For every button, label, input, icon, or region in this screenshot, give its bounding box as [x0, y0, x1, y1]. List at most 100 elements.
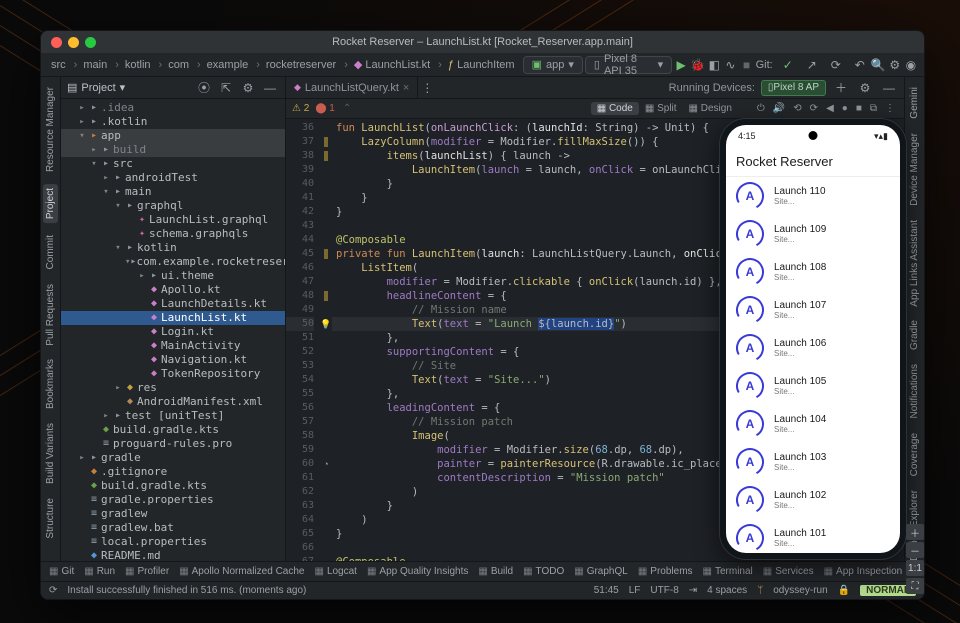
status-line-sep[interactable]: LF	[629, 585, 641, 596]
home-icon[interactable]: ●	[839, 103, 851, 114]
search-icon[interactable]: 🔍	[871, 56, 886, 74]
tree-node[interactable]: ▸▸build	[61, 143, 285, 157]
tool-window-tab[interactable]: Commit	[45, 233, 56, 271]
device-list-item[interactable]: ALaunch 109Site...	[726, 215, 900, 253]
tool-window-tab[interactable]: Gradle	[909, 318, 920, 352]
git-history-icon[interactable]: ↶	[851, 56, 869, 74]
device-selector[interactable]: ▯ Pixel 8 API 35 ▾	[585, 56, 672, 74]
status-encoding[interactable]: UTF-8	[650, 585, 678, 596]
project-tree[interactable]: ▸▸.idea▸▸.kotlin▾▸app▸▸build▾▸src▸▸andro…	[61, 99, 285, 561]
tool-window-tab[interactable]: App Links Assistant	[909, 218, 920, 309]
tree-node[interactable]: ▾▸main	[61, 185, 285, 199]
bottom-tool-tab[interactable]: ▦Terminal	[703, 566, 753, 577]
tree-node[interactable]: ▸▸ui.theme	[61, 269, 285, 283]
tree-node[interactable]: ◆build.gradle.kts	[61, 423, 285, 437]
tree-node[interactable]: ▾▸graphql	[61, 199, 285, 213]
add-device-icon[interactable]: ＋	[832, 79, 850, 97]
device-list[interactable]: ALaunch 110Site...ALaunch 109Site...ALau…	[726, 177, 900, 553]
lock-icon[interactable]: 🔒	[838, 585, 850, 596]
tree-node[interactable]: ◆build.gradle.kts	[61, 479, 285, 493]
git-update-icon[interactable]: ⟳	[827, 56, 845, 74]
breadcrumb[interactable]: src	[47, 59, 70, 71]
tree-node[interactable]: ≡gradlew	[61, 507, 285, 521]
tree-node[interactable]: ◆Navigation.kt	[61, 353, 285, 367]
tool-window-tab[interactable]: Structure	[45, 496, 56, 541]
tree-node[interactable]: ✦LaunchList.graphql	[61, 213, 285, 227]
tool-window-tab[interactable]: Coverage	[909, 431, 920, 478]
project-pane-header[interactable]: ▤ Project ▾ ⦿ ⇱ ⚙ —	[61, 77, 285, 99]
tree-node[interactable]: ◆LaunchDetails.kt	[61, 297, 285, 311]
run-config-selector[interactable]: ▣ app ▾	[523, 56, 583, 74]
profile-button[interactable]: ∿	[723, 56, 737, 74]
coverage-button[interactable]: ◧	[707, 56, 721, 74]
debug-button[interactable]: 🐞	[690, 56, 705, 74]
tree-node[interactable]: ◆README.md	[61, 549, 285, 561]
tree-node[interactable]: ▾▸app	[61, 129, 285, 143]
tree-node[interactable]: ◆AndroidManifest.xml	[61, 395, 285, 409]
status-indent[interactable]: 4 spaces	[707, 585, 747, 596]
tool-window-tab[interactable]: Device Manager	[909, 131, 920, 208]
avatar-icon[interactable]: ◉	[904, 56, 918, 74]
git-commit-icon[interactable]: ✓	[779, 56, 797, 74]
zoom-ratio[interactable]: 1:1	[906, 560, 924, 576]
status-caret-pos[interactable]: 51:45	[594, 585, 619, 596]
zoom-in-button[interactable]: ＋	[906, 524, 924, 540]
view-mode-design[interactable]: ▦ Design	[683, 102, 738, 115]
select-opened-file-icon[interactable]: ⦿	[195, 79, 213, 97]
hide-pane-icon[interactable]: —	[261, 79, 279, 97]
tree-node[interactable]: ▸◆res	[61, 381, 285, 395]
bottom-tool-tab[interactable]: ▦Run	[84, 566, 115, 577]
bottom-tool-tab[interactable]: ▦TODO	[523, 566, 564, 577]
tree-node[interactable]: ▸▸.kotlin	[61, 115, 285, 129]
tree-node[interactable]: ◆MainActivity	[61, 339, 285, 353]
bottom-tool-tab[interactable]: ▦Build	[478, 566, 513, 577]
back-icon[interactable]: ◀	[823, 103, 837, 114]
tree-node[interactable]: ≡proguard-rules.pro	[61, 437, 285, 451]
device-list-item[interactable]: ALaunch 105Site...	[726, 367, 900, 405]
zoom-out-button[interactable]: －	[906, 542, 924, 558]
tree-node[interactable]: ◆Login.kt	[61, 325, 285, 339]
tool-window-tab[interactable]: Notifications	[909, 362, 920, 420]
tree-node[interactable]: ▸▸test [unitTest]	[61, 409, 285, 423]
view-mode-split[interactable]: ▦ Split	[639, 102, 683, 115]
settings-icon[interactable]: ⚙	[239, 79, 257, 97]
tool-window-tab[interactable]: Gemini	[909, 85, 920, 121]
hide-icon[interactable]: —	[880, 79, 898, 97]
bottom-tool-tab[interactable]: ▦Profiler	[125, 566, 169, 577]
overflow-icon[interactable]: ⋮	[418, 79, 436, 97]
status-git-branch[interactable]: odyssey-run	[773, 585, 827, 596]
breadcrumb[interactable]: main	[70, 59, 112, 71]
tree-node[interactable]: ▸▸gradle	[61, 451, 285, 465]
device-list-item[interactable]: ALaunch 106Site...	[726, 329, 900, 367]
device-list-item[interactable]: ALaunch 101Site...	[726, 519, 900, 553]
tree-node[interactable]: ▸▸androidTest	[61, 171, 285, 185]
tree-node[interactable]: ≡local.properties	[61, 535, 285, 549]
bottom-tool-tab[interactable]: ▦Logcat	[314, 566, 356, 577]
settings-icon[interactable]: ⚙	[888, 56, 902, 74]
warning-badge[interactable]: ⚠ 2	[292, 103, 309, 114]
breadcrumb[interactable]: kotlin	[111, 59, 154, 71]
volume-icon[interactable]: 🔊	[770, 103, 788, 114]
bottom-tool-tab[interactable]: ▦Apollo Normalized Cache	[179, 566, 304, 577]
tree-node[interactable]: ▾▸com.example.rocketreserver	[61, 255, 285, 269]
screenshot-icon[interactable]: ⧉	[867, 103, 880, 114]
device-list-item[interactable]: ALaunch 107Site...	[726, 291, 900, 329]
tree-node[interactable]: ≡gradlew.bat	[61, 521, 285, 535]
device-preview[interactable]: 4:15 ▾▴▮ Rocket Reserver ALaunch 110Site…	[720, 119, 906, 559]
rotate-left-icon[interactable]: ⟲	[790, 103, 804, 114]
bottom-tool-tab[interactable]: ▦GraphQL	[574, 566, 628, 577]
device-list-item[interactable]: ALaunch 104Site...	[726, 405, 900, 443]
tool-window-tab[interactable]: Project	[43, 184, 58, 223]
tree-node[interactable]: ▾▸kotlin	[61, 241, 285, 255]
tree-node[interactable]: ◆Apollo.kt	[61, 283, 285, 297]
device-list-item[interactable]: ALaunch 108Site...	[726, 253, 900, 291]
breadcrumb[interactable]: com	[155, 59, 193, 71]
device-list-item[interactable]: ALaunch 102Site...	[726, 481, 900, 519]
breadcrumb[interactable]: example	[193, 59, 252, 71]
zoom-fit-button[interactable]: ⛶	[906, 578, 924, 594]
error-badge[interactable]: ⬤ 1	[315, 103, 335, 114]
editor-tab[interactable]: ◆LaunchListQuery.kt×	[286, 77, 418, 99]
tree-node[interactable]: ≡gradle.properties	[61, 493, 285, 507]
tree-node[interactable]: ◆.gitignore	[61, 465, 285, 479]
running-device-chip[interactable]: ▯ Pixel 8 AP	[761, 80, 826, 96]
